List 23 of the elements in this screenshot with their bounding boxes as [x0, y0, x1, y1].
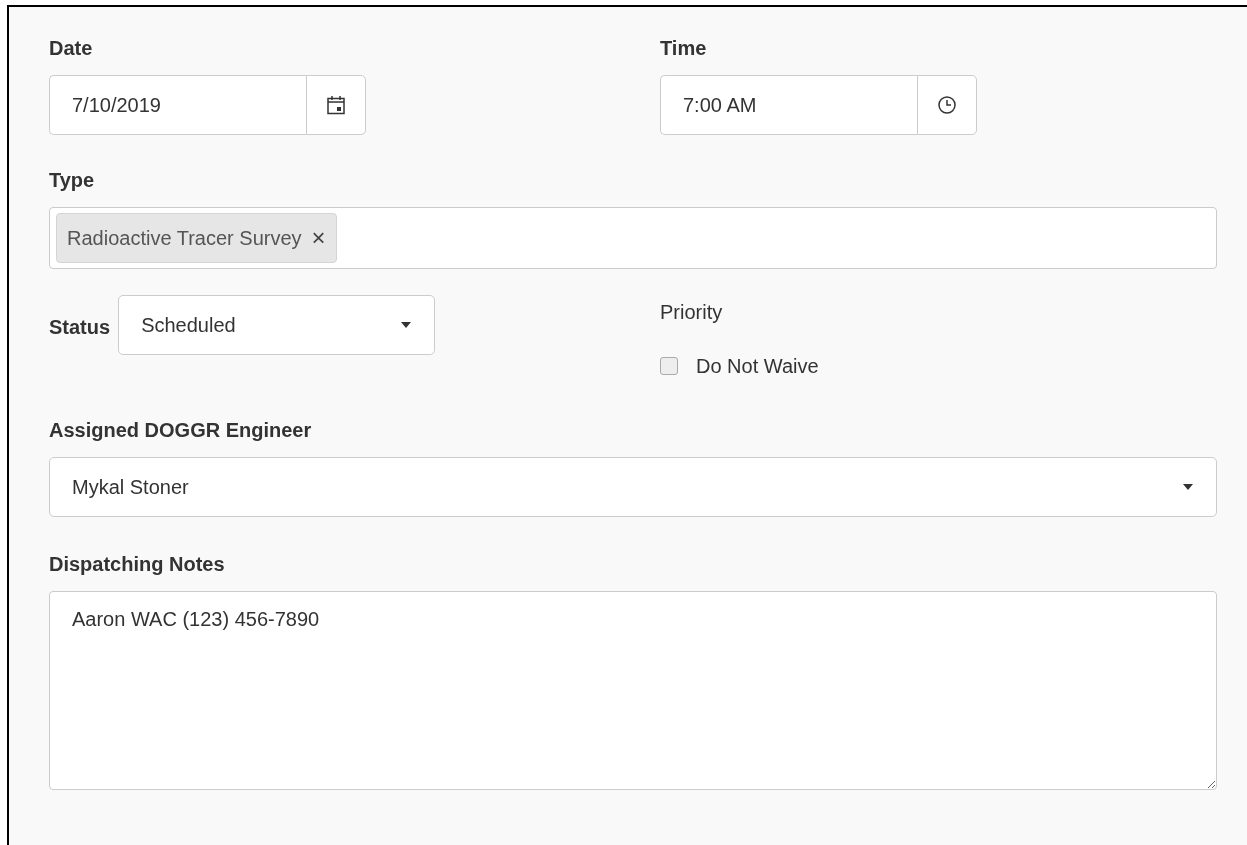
caret-icon [1182, 483, 1194, 491]
notes-field[interactable]: Aaron WAC (123) 456-7890 [49, 591, 1217, 790]
date-label: Date [49, 36, 93, 61]
status-dropdown[interactable]: Scheduled [118, 295, 436, 355]
status-label: Status [49, 315, 111, 340]
priority-label: Priority [660, 300, 723, 325]
date-field[interactable]: 7/10/2019 [49, 75, 306, 135]
tag-text: Radioactive Tracer Survey [67, 226, 302, 250]
time-label: Time [660, 36, 707, 61]
engineer-dropdown[interactable]: Mykal Stoner [49, 457, 1217, 517]
remove-tag-button[interactable]: × [311, 226, 326, 250]
engineer-label: Assigned DOGGR Engineer [49, 418, 312, 443]
clock-icon [937, 95, 957, 115]
type-field[interactable]: Radioactive Tracer Survey × [49, 207, 1217, 269]
time-field[interactable]: 7:00 AM [660, 75, 917, 135]
calendar-icon [326, 95, 346, 115]
caret-icon [400, 321, 413, 329]
calendar-button[interactable] [306, 75, 366, 135]
clock-button[interactable] [917, 75, 977, 135]
checkbox-label[interactable]: Do Not Waive [696, 351, 819, 381]
notes-label: Dispatching Notes [49, 552, 225, 577]
checkbox[interactable] [660, 357, 678, 375]
type-label: Type [49, 168, 95, 193]
